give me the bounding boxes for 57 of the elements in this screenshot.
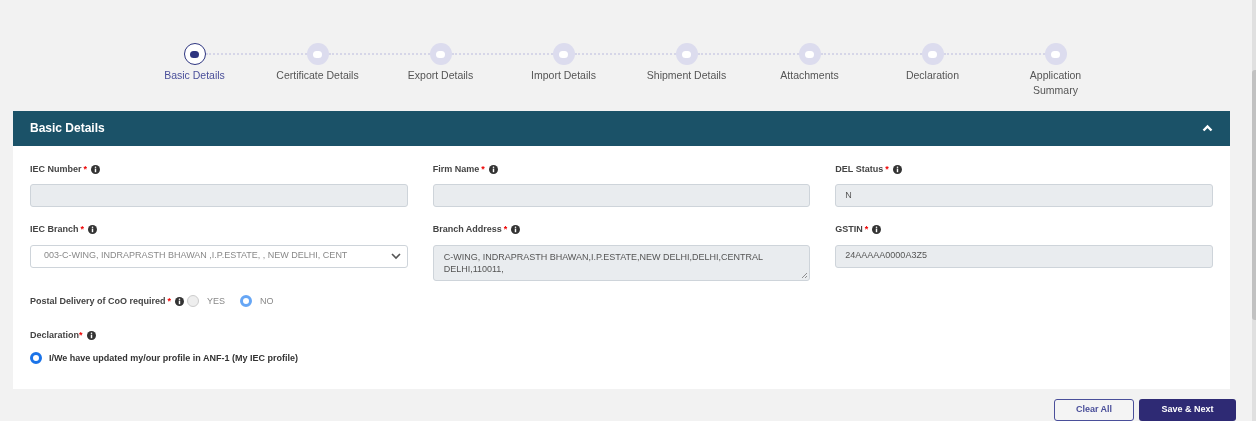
radio-label: YES	[207, 294, 226, 308]
info-icon	[175, 296, 185, 306]
step-label[interactable]: Basic Details	[139, 68, 250, 83]
step-label[interactable]: Application Summary	[1018, 68, 1093, 98]
step-marker[interactable]	[675, 43, 698, 65]
clear-all-button[interactable]: Clear All	[1054, 399, 1134, 421]
step-label[interactable]: Export Details	[385, 68, 496, 83]
info-icon	[892, 164, 902, 174]
text-field[interactable]	[432, 184, 811, 207]
text-field[interactable]: N	[835, 184, 1213, 207]
field-label: GSTIN	[835, 223, 863, 236]
step-label[interactable]: Import Details	[508, 68, 619, 83]
field-label: Postal Delivery of CoO required	[30, 294, 166, 308]
address-textarea[interactable]: C-WING, INDRAPRASTH BHAWAN,I.P.ESTATE,NEW DELHI,DELHI,CENTRAL DELHI,110011,	[432, 244, 811, 281]
step-marker[interactable]	[306, 43, 329, 65]
field-label: IEC Branch	[30, 223, 79, 236]
step-marker[interactable]	[798, 43, 821, 65]
required-mark: *	[885, 162, 889, 176]
step-label[interactable]: Shipment Details	[631, 68, 742, 83]
radio-button[interactable]	[187, 295, 200, 308]
required-mark: *	[80, 223, 85, 236]
required-mark: *	[167, 294, 172, 308]
radio-label: I/We have updated my/our profile in ANF-1 (My IEC profile)	[49, 351, 299, 365]
chevron-down-icon	[390, 252, 401, 260]
info-icon	[91, 164, 101, 174]
section-header[interactable]: Basic Details	[13, 110, 1230, 146]
info-icon	[488, 164, 498, 174]
required-mark: *	[503, 223, 508, 236]
radio-label: NO	[260, 294, 274, 308]
save-next-button[interactable]: Save & Next	[1139, 399, 1236, 421]
radio-button[interactable]	[30, 352, 42, 365]
field-label: DEL Status	[835, 162, 884, 176]
field-label: Branch Address	[432, 223, 502, 236]
text-field[interactable]	[30, 184, 408, 207]
field-label: IEC Number	[30, 162, 82, 176]
info-icon	[86, 331, 96, 341]
field-label: Declaration	[30, 329, 80, 342]
step-label[interactable]: Certificate Details	[262, 68, 373, 83]
required-mark: *	[864, 223, 869, 236]
text-field[interactable]: 24AAAAA0000A3Z5	[835, 244, 1213, 268]
step-marker[interactable]	[552, 43, 575, 65]
resize-handle-icon	[801, 271, 809, 279]
step-marker[interactable]	[183, 43, 206, 65]
step-marker[interactable]	[921, 43, 944, 65]
step-label[interactable]: Attachments	[754, 68, 865, 83]
required-mark: *	[79, 329, 83, 342]
step-marker[interactable]	[429, 43, 452, 65]
step-label[interactable]: Declaration	[877, 68, 988, 83]
required-mark: *	[83, 162, 88, 176]
field-label: Firm Name	[432, 162, 480, 176]
required-mark: *	[481, 162, 485, 176]
info-icon	[511, 225, 521, 235]
branch-select[interactable]: 003-C-WING, INDRAPRASTH BHAWAN ,I.P.ESTATE, , NEW DELHI, CENT	[30, 244, 408, 268]
info-icon	[872, 225, 882, 235]
step-marker[interactable]	[1044, 43, 1067, 65]
radio-button[interactable]	[240, 295, 253, 308]
info-icon	[88, 225, 98, 235]
